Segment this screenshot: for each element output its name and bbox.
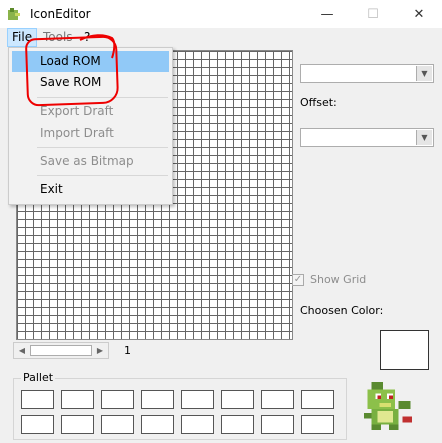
pallet-swatch[interactable] <box>221 390 254 409</box>
sprite-preview-image <box>363 381 413 431</box>
annotation-stroke <box>79 34 116 59</box>
exit-menu-item[interactable]: Exit <box>12 179 169 200</box>
menu-bar: File Tools ? <box>0 28 442 47</box>
minimize-button[interactable]: — <box>304 0 350 28</box>
export-draft-menu-item[interactable]: Export Draft <box>12 101 169 122</box>
chevron-down-icon: ▼ <box>416 66 432 81</box>
pallet-swatch[interactable] <box>101 415 134 434</box>
pallet-swatch[interactable] <box>301 415 334 434</box>
pallet-swatch[interactable] <box>261 415 294 434</box>
pallet-swatch[interactable] <box>61 390 94 409</box>
pallet-swatch[interactable] <box>301 390 334 409</box>
window-title: IconEditor <box>30 7 91 21</box>
maximize-button[interactable]: ☐ <box>350 0 396 28</box>
menu-separator <box>37 147 168 148</box>
pallet-swatch[interactable] <box>61 415 94 434</box>
scroll-right-icon[interactable]: ▶ <box>93 344 107 357</box>
show-grid-checkbox[interactable]: ✓ <box>292 274 304 286</box>
pallet-label: Pallet <box>21 371 56 384</box>
menu-separator <box>37 175 168 176</box>
pallet-swatch[interactable] <box>181 415 214 434</box>
offset-label: Offset: <box>300 96 337 109</box>
chosen-color-swatch <box>380 330 429 370</box>
app-icon <box>8 8 20 20</box>
pallet-swatch[interactable] <box>141 390 174 409</box>
save-as-bitmap-menu-item[interactable]: Save as Bitmap <box>12 151 169 172</box>
pallet-swatch[interactable] <box>21 390 54 409</box>
import-draft-menu-item[interactable]: Import Draft <box>12 123 169 144</box>
menu-tools[interactable]: Tools <box>39 29 77 46</box>
save-rom-menu-item[interactable]: Save ROM <box>12 72 169 93</box>
file-menu-dropdown: Load ROM Save ROM Export Draft Import Dr… <box>8 47 173 205</box>
offset-dropdown[interactable]: ▼ <box>300 128 434 147</box>
show-grid-label: Show Grid <box>310 273 367 286</box>
rom-select-dropdown[interactable]: ▼ <box>300 64 434 83</box>
pallet-swatch[interactable] <box>141 415 174 434</box>
close-button[interactable]: ✕ <box>396 0 442 28</box>
pallet-swatch[interactable] <box>181 390 214 409</box>
scroll-value: 1 <box>124 344 131 357</box>
chosen-color-label: Choosen Color: <box>300 304 384 317</box>
chevron-down-icon: ▼ <box>416 130 432 145</box>
pallet-swatch[interactable] <box>101 390 134 409</box>
scrollbar-thumb[interactable] <box>30 345 92 356</box>
pallet-swatch[interactable] <box>261 390 294 409</box>
scroll-left-icon[interactable]: ◀ <box>15 344 29 357</box>
pallet-swatch[interactable] <box>21 415 54 434</box>
menu-file[interactable]: File <box>7 28 38 47</box>
title-bar: IconEditor — ☐ ✕ <box>0 0 442 28</box>
offset-scrollbar[interactable]: ◀ ▶ <box>13 342 109 359</box>
menu-separator <box>37 97 168 98</box>
pallet-swatch[interactable] <box>221 415 254 434</box>
